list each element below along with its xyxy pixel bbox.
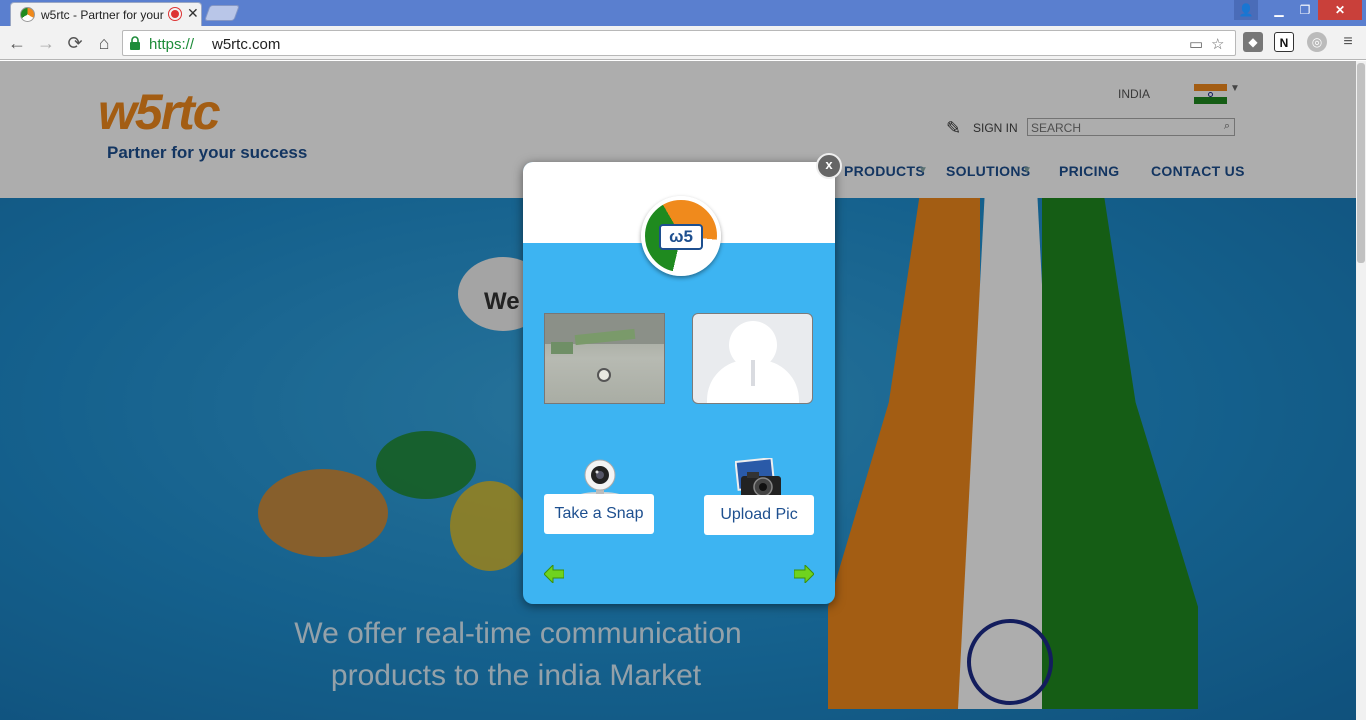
browser-titlebar: w5rtc - Partner for your ✕ 👤 ▁ ❐ ✕ [0, 0, 1366, 26]
round-extension-icon[interactable]: ◎ [1307, 32, 1327, 52]
tab-close-icon[interactable]: ✕ [187, 5, 199, 22]
window-close-button[interactable]: ✕ [1318, 0, 1362, 20]
avatar-tie [751, 360, 755, 386]
w5-logo-text: ω5 [659, 224, 703, 250]
recording-indicator-icon [169, 8, 181, 20]
minimize-button[interactable]: ▁ [1266, 0, 1292, 20]
browser-toolbar: ← → ⟳ ⌂ https:// w5rtc.com ▭ ☆ ◆ N ◎ ≡ [0, 26, 1366, 60]
home-icon[interactable]: ⌂ [92, 31, 116, 55]
page-scrollbar[interactable] [1356, 61, 1366, 720]
reload-icon[interactable]: ⟳ [63, 31, 87, 55]
restore-button[interactable]: ❐ [1292, 0, 1318, 20]
new-tab-button[interactable] [204, 5, 240, 21]
w5rtc-favicon-icon [20, 7, 35, 22]
modal-close-button[interactable]: x [816, 153, 842, 179]
browser-tab[interactable]: w5rtc - Partner for your ✕ [10, 2, 202, 26]
address-bar[interactable]: https:// w5rtc.com ▭ ☆ [122, 30, 1236, 56]
page-viewport: w5rtc Partner for your success INDIA ▼ ✎… [0, 61, 1356, 720]
arrow-right-icon[interactable] [794, 565, 814, 583]
camera-icon[interactable] [735, 458, 783, 500]
upload-pic-button[interactable]: Upload Pic [704, 495, 814, 535]
url-scheme: https:// [149, 36, 195, 53]
url-host: w5rtc.com [212, 36, 281, 53]
tab-title: w5rtc - Partner for your [41, 8, 164, 22]
avatar-placeholder [692, 313, 813, 404]
bookmark-star-icon[interactable]: ☆ [1211, 35, 1224, 53]
lock-icon [130, 36, 140, 50]
camera-blocked-icon[interactable]: ▭ [1189, 35, 1203, 53]
scrollbar-thumb[interactable] [1357, 63, 1365, 263]
webcam-preview [544, 313, 665, 404]
w5-logo-icon: ω5 [641, 196, 721, 276]
photo-modal: ω5 Take a Snap Upload Pic [523, 162, 835, 604]
shield-extension-icon[interactable]: ◆ [1243, 32, 1263, 52]
back-arrow-icon[interactable]: ← [5, 31, 29, 55]
forward-arrow-icon[interactable]: → [34, 31, 58, 55]
take-snap-button[interactable]: Take a Snap [544, 494, 654, 534]
profile-icon[interactable]: 👤 [1234, 0, 1258, 20]
arrow-left-icon[interactable] [544, 565, 564, 583]
n-extension-icon[interactable]: N [1274, 32, 1294, 52]
menu-icon[interactable]: ≡ [1338, 32, 1358, 52]
